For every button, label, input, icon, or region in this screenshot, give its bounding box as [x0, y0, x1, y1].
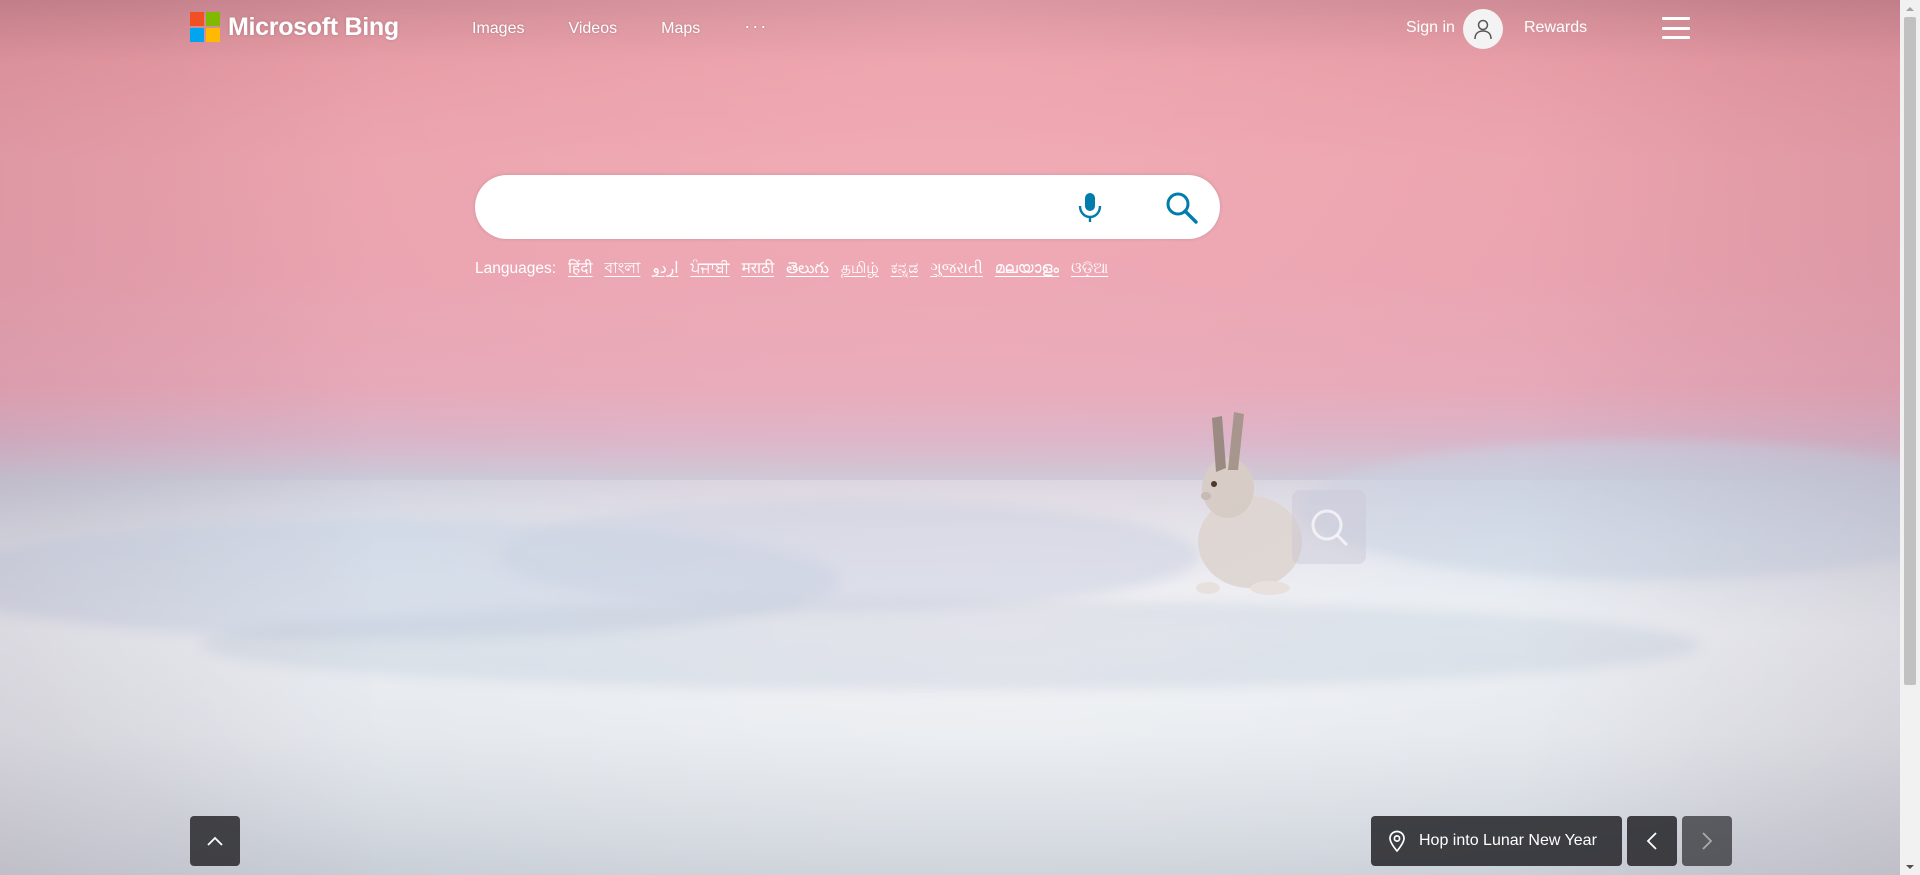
language-link-urdu[interactable]: اردو — [652, 259, 678, 278]
language-link-malayalam[interactable]: മലയാളം — [995, 260, 1059, 278]
language-link-hindi[interactable]: हिंदी — [568, 256, 593, 278]
hamburger-line — [1662, 26, 1690, 30]
chevron-up-icon — [207, 836, 223, 846]
hamburger-icon[interactable] — [1662, 17, 1690, 39]
rewards-link[interactable]: Rewards — [1524, 19, 1587, 37]
visual-search-button[interactable] — [1292, 490, 1366, 564]
hare-illustration — [1196, 412, 1302, 595]
nav-videos[interactable]: Videos — [568, 20, 617, 38]
header: Microsoft Bing Images Videos Maps ··· Si… — [0, 0, 1900, 60]
nav-images[interactable]: Images — [472, 20, 524, 38]
top-nav: Images Videos Maps ··· — [472, 16, 812, 38]
scrollbar-up-arrow[interactable] — [1900, 0, 1920, 17]
scroll-up-button[interactable] — [190, 816, 240, 866]
language-link-kannada[interactable]: ಕನ್ನಡ — [891, 260, 919, 278]
logo-square-red — [190, 12, 204, 26]
search-icon[interactable] — [1164, 190, 1200, 226]
scroll-up-arrow-icon — [1906, 6, 1914, 11]
language-link-bangla[interactable]: বাংলা — [605, 256, 641, 282]
avatar[interactable] — [1463, 9, 1503, 49]
snow-ridge — [500, 500, 1200, 610]
image-story-title: Hop into Lunar New Year — [1419, 832, 1597, 849]
languages-label: Languages: — [475, 260, 557, 277]
language-link-odia[interactable]: ଓଡ଼ିଆ — [1071, 260, 1108, 278]
scrollbar-thumb[interactable] — [1904, 17, 1916, 685]
nav-more[interactable]: ··· — [744, 16, 768, 38]
microsoft-logo-icon — [190, 12, 220, 42]
bing-logo[interactable]: Microsoft Bing — [190, 12, 399, 42]
snow-ridge — [1300, 440, 1900, 580]
chevron-right-icon — [1702, 832, 1713, 850]
logo-square-green — [206, 12, 220, 26]
nav-maps[interactable]: Maps — [661, 20, 700, 38]
microphone-icon[interactable] — [1073, 190, 1107, 224]
image-story-button[interactable]: Hop into Lunar New Year — [1371, 816, 1622, 866]
logo-square-yellow — [206, 28, 220, 42]
scrollbar-down-arrow[interactable] — [1900, 858, 1920, 875]
user-icon — [1474, 19, 1492, 40]
languages-bar: Languages: हिंदी বাংলা اردو ਪੰਜਾਬੀ मराठी… — [475, 256, 1120, 282]
snow-ridge — [0, 520, 840, 640]
language-link-punjabi[interactable]: ਪੰਜਾਬੀ — [691, 260, 730, 278]
logo-square-blue — [190, 28, 204, 42]
search-box — [475, 175, 1220, 239]
hamburger-line — [1662, 17, 1690, 20]
snow-ridge — [200, 600, 1700, 690]
language-link-marathi[interactable]: मराठी — [741, 256, 774, 278]
location-pin-icon — [1389, 830, 1405, 852]
brand-name: Microsoft Bing — [228, 12, 399, 41]
previous-image-button[interactable] — [1627, 816, 1677, 866]
language-link-gujarati[interactable]: ગુજરાતી — [930, 260, 983, 278]
page-scrollbar[interactable] — [1900, 0, 1920, 875]
visual-search-icon — [1311, 509, 1349, 547]
sign-in-link[interactable]: Sign in — [1406, 19, 1455, 37]
scroll-down-arrow-icon — [1906, 864, 1914, 869]
search-input[interactable] — [503, 189, 1083, 225]
background-image — [0, 0, 1900, 875]
hamburger-line — [1662, 36, 1690, 39]
language-link-tamil[interactable]: தமிழ் — [841, 260, 879, 279]
chevron-left-icon — [1646, 832, 1657, 850]
language-link-telugu[interactable]: తెలుగు — [786, 260, 829, 281]
next-image-button[interactable] — [1682, 816, 1732, 866]
